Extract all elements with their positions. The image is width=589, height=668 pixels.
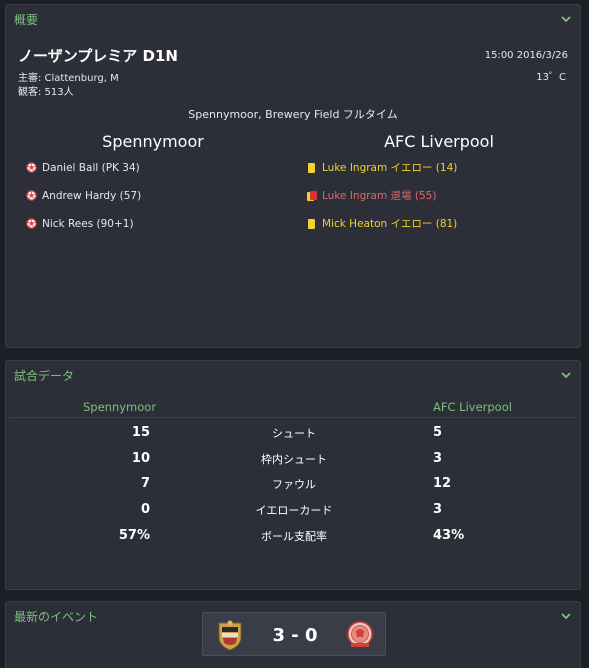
stat-away-value: 12 — [433, 476, 452, 491]
stat-home-value: 10 — [131, 451, 150, 466]
scoreboard[interactable]: 3 - 0 — [202, 612, 386, 656]
stat-home-value: 57% — [118, 528, 150, 543]
away-event-text: Luke Ingram 退場 (55) — [322, 190, 437, 202]
venue-status: Spennymoor, Brewery Field フルタイム — [188, 108, 398, 121]
stat-row: 10 枠内シュート 3 — [6, 448, 580, 470]
match-stats-panel: 試合データ Spennymoor AFC Liverpool 15 シュート 5… — [5, 360, 581, 590]
away-event-text: Mick Heaton イエロー (81) — [322, 218, 458, 230]
latest-events-panel: 最新のイベント 3 - 0 — [5, 601, 581, 668]
stats-title: 試合データ — [14, 369, 75, 383]
overview-title: 概要 — [14, 13, 39, 27]
stat-away-value: 5 — [433, 425, 443, 440]
spennymoor-crest-icon — [215, 619, 245, 651]
stat-away-value: 3 — [433, 502, 443, 517]
referee: 主審: Clattenburg, M — [18, 73, 119, 84]
latest-title: 最新のイベント — [14, 610, 99, 624]
stat-home-value: 0 — [140, 502, 150, 517]
match-score: 3 - 0 — [272, 625, 318, 646]
second-yellow-red-card-icon — [306, 190, 319, 207]
away-event-text: Luke Ingram イエロー (14) — [322, 162, 458, 174]
stat-away-value: 3 — [433, 451, 443, 466]
stat-home-value: 15 — [131, 425, 150, 440]
stat-row: 57% ボール支配率 43% — [6, 525, 580, 547]
football-icon — [26, 162, 37, 178]
home-event-text: Nick Rees (90+1) — [42, 218, 134, 230]
stat-away-value: 43% — [433, 528, 465, 543]
home-event-text: Andrew Hardy (57) — [42, 190, 142, 202]
football-icon — [26, 190, 37, 206]
chevron-down-icon[interactable] — [560, 369, 572, 381]
yellow-card-icon — [306, 162, 317, 179]
chevron-down-icon[interactable] — [560, 13, 572, 25]
stat-label: 枠内シュート — [261, 453, 327, 466]
stats-divider — [10, 417, 576, 418]
overview-panel: 概要 ノーザンプレミア D1N 主審: Clattenburg, M 観客: 5… — [5, 4, 581, 348]
match-datetime: 15:00 2016/3/26 — [484, 50, 568, 61]
league-name: ノーザンプレミア D1N — [18, 47, 178, 65]
stat-label: シュート — [272, 427, 316, 440]
stat-row: 0 イエローカード 3 — [6, 499, 580, 521]
temperature: 13゜C — [536, 72, 566, 83]
attendance: 観客: 513人 — [18, 87, 74, 98]
stat-label: ボール支配率 — [261, 530, 327, 543]
stat-home-value: 7 — [140, 476, 150, 491]
stat-label: イエローカード — [255, 504, 333, 517]
home-team-name[interactable]: Spennymoor — [53, 132, 253, 151]
chevron-down-icon[interactable] — [560, 610, 572, 622]
football-icon — [26, 218, 37, 234]
stat-row: 7 ファウル 12 — [6, 473, 580, 495]
home-event-text: Daniel Ball (PK 34) — [42, 162, 140, 174]
overview-header[interactable]: 概要 — [6, 5, 580, 33]
yellow-card-icon — [306, 218, 317, 235]
stat-label: ファウル — [272, 478, 316, 491]
afc-liverpool-crest-icon — [345, 619, 375, 651]
stat-row: 15 シュート 5 — [6, 422, 580, 444]
stats-away-team: AFC Liverpool — [433, 400, 512, 414]
stats-header[interactable]: 試合データ — [6, 361, 580, 389]
away-team-name[interactable]: AFC Liverpool — [339, 132, 539, 151]
stats-home-team: Spennymoor — [83, 400, 157, 414]
